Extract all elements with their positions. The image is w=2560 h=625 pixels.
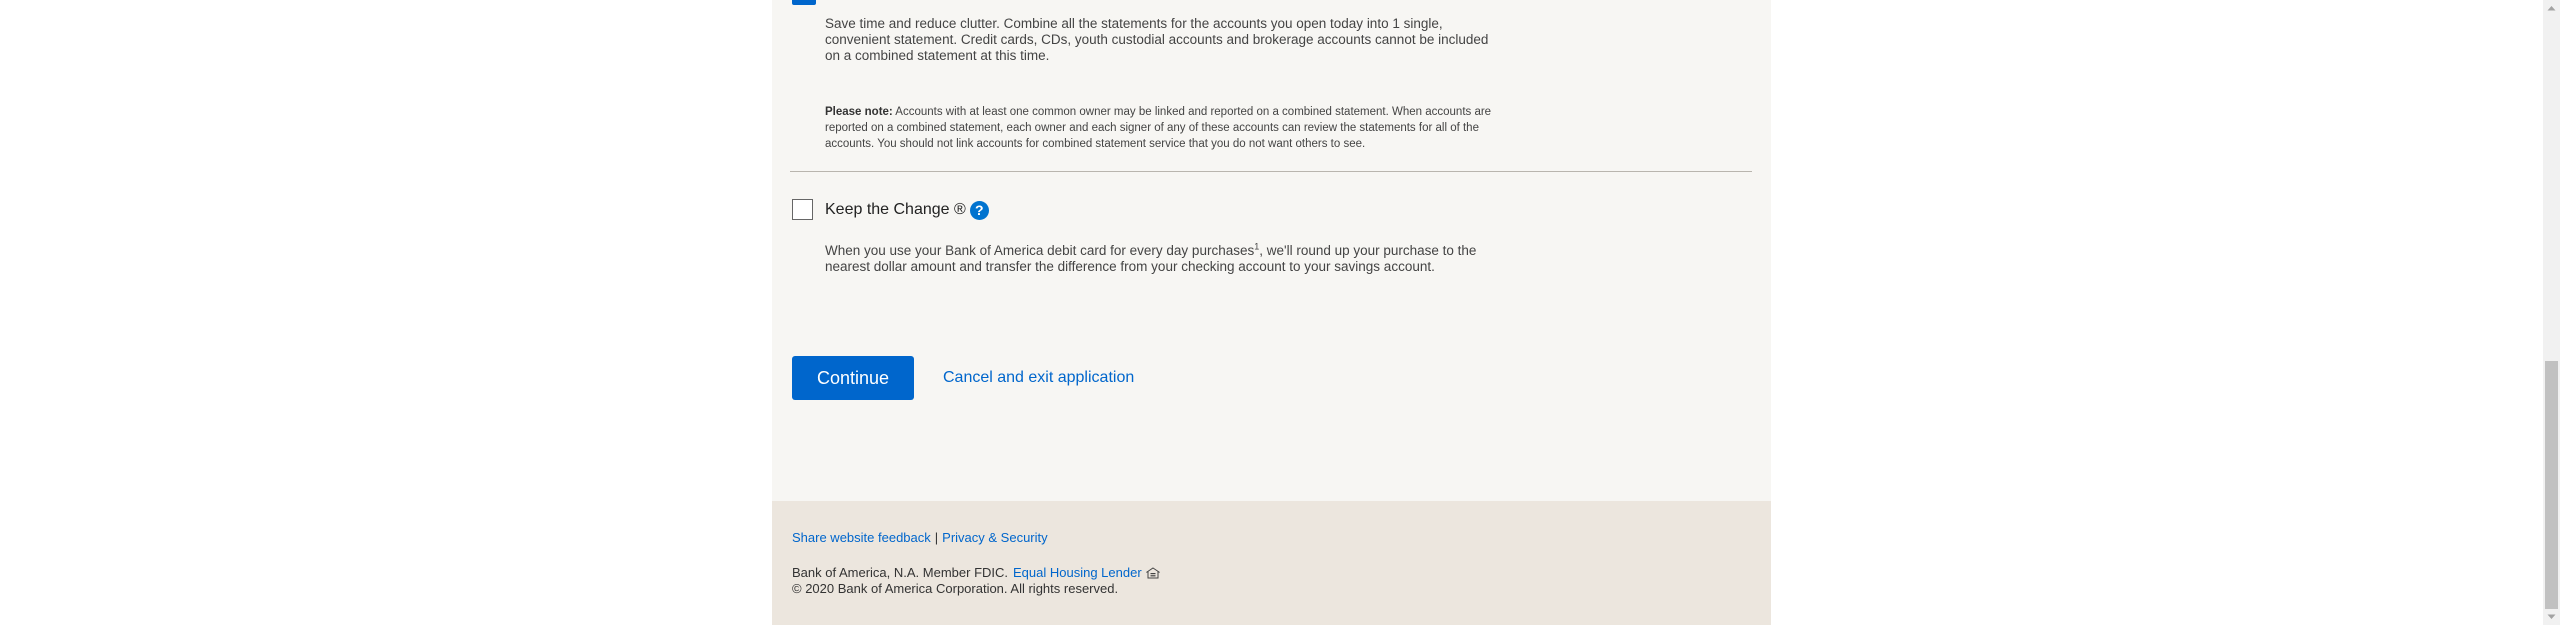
privacy-security-link[interactable]: Privacy & Security (942, 530, 1047, 545)
help-icon[interactable]: ? (969, 200, 989, 220)
note-text: Accounts with at least one common owner … (825, 106, 1492, 150)
combined-statement-description: Save time and reduce clutter. Combine al… (825, 16, 1489, 63)
equal-housing-icon (1145, 567, 1161, 579)
scroll-down-arrow-icon[interactable] (2543, 609, 2560, 625)
form-content: Save time and reduce clutter. Combine al… (772, 0, 1771, 501)
note-label: Please note: (825, 106, 893, 118)
ktc-desc-before: When you use your Bank of America debit … (825, 243, 1255, 258)
scroll-up-arrow-icon[interactable] (2543, 0, 2560, 16)
combined-statement-checkbox[interactable] (792, 0, 816, 5)
keep-the-change-text: Keep the Change ® (825, 201, 966, 218)
application-page: Save time and reduce clutter. Combine al… (772, 0, 1771, 625)
continue-button[interactable]: Continue (792, 356, 914, 400)
keep-the-change-checkbox[interactable] (792, 199, 813, 220)
footer-links: Share website feedback | Privacy & Securit… (792, 530, 1048, 546)
equal-housing-lender-link[interactable]: Equal Housing Lender (1013, 565, 1142, 581)
link-separator: | (934, 530, 939, 545)
copyright-text: © 2020 Bank of America Corporation. All … (792, 581, 1119, 596)
vertical-scrollbar[interactable] (2543, 0, 2560, 625)
keep-the-change-description: When you use your Bank of America debit … (825, 242, 1525, 275)
cancel-exit-link[interactable]: Cancel and exit application (943, 368, 1134, 388)
combined-statement-note: Please note: Accounts with at least one … (825, 104, 1505, 152)
fdic-line: Bank of America, N.A. Member FDIC. Equal… (792, 565, 1161, 581)
section-divider (790, 171, 1752, 172)
share-feedback-link[interactable]: Share website feedback (792, 530, 931, 545)
keep-the-change-label: Keep the Change ® ? (825, 200, 989, 220)
fdic-text: Bank of America, N.A. Member FDIC. (792, 565, 1009, 580)
page-footer: Share website feedback | Privacy & Securit… (772, 501, 1771, 625)
scrollbar-thumb[interactable] (2545, 361, 2558, 609)
